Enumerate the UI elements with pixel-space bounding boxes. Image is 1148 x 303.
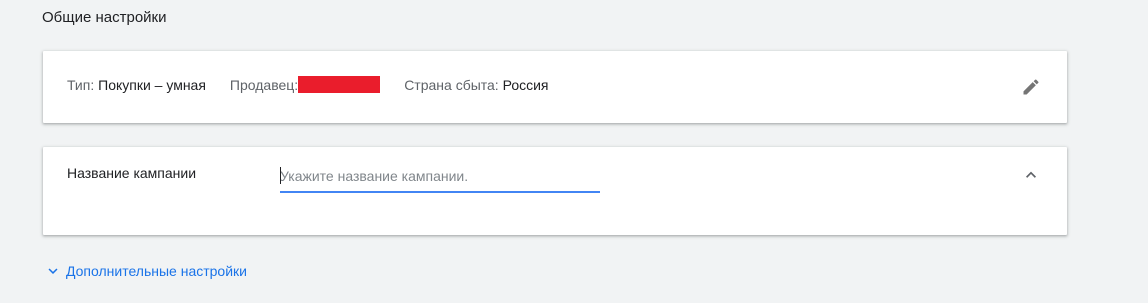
pencil-icon [1023, 79, 1039, 95]
more-settings-label: Дополнительные настройки [66, 263, 247, 279]
chevron-up-icon [1026, 171, 1036, 178]
country-field: Страна сбыта: Россия [404, 77, 548, 93]
edit-button[interactable] [1019, 75, 1043, 99]
campaign-name-input[interactable] [280, 165, 598, 187]
text-caret [280, 167, 281, 184]
campaign-name-field[interactable] [280, 161, 600, 193]
type-value: Покупки – умная [98, 76, 206, 93]
chevron-down-icon [48, 268, 58, 274]
seller-value-redacted [298, 76, 381, 93]
campaign-name-label: Название кампании [67, 165, 197, 181]
country-value: Россия [502, 76, 549, 93]
section-title: Общие настройки [42, 9, 167, 26]
campaign-summary-card: Тип: Покупки – умная Продавец: Страна сб… [43, 51, 1067, 123]
summary-row: Тип: Покупки – умная Продавец: Страна сб… [67, 76, 573, 93]
more-settings-toggle[interactable]: Дополнительные настройки [44, 262, 247, 280]
seller-field: Продавец: [229, 76, 381, 93]
seller-label: Продавец: [229, 76, 299, 93]
country-label: Страна сбыта: [404, 76, 499, 93]
collapse-button[interactable] [1019, 163, 1043, 187]
type-field: Тип: Покупки – умная [67, 77, 206, 93]
campaign-name-card: Название кампании [43, 147, 1067, 235]
type-label: Тип: [67, 76, 95, 93]
